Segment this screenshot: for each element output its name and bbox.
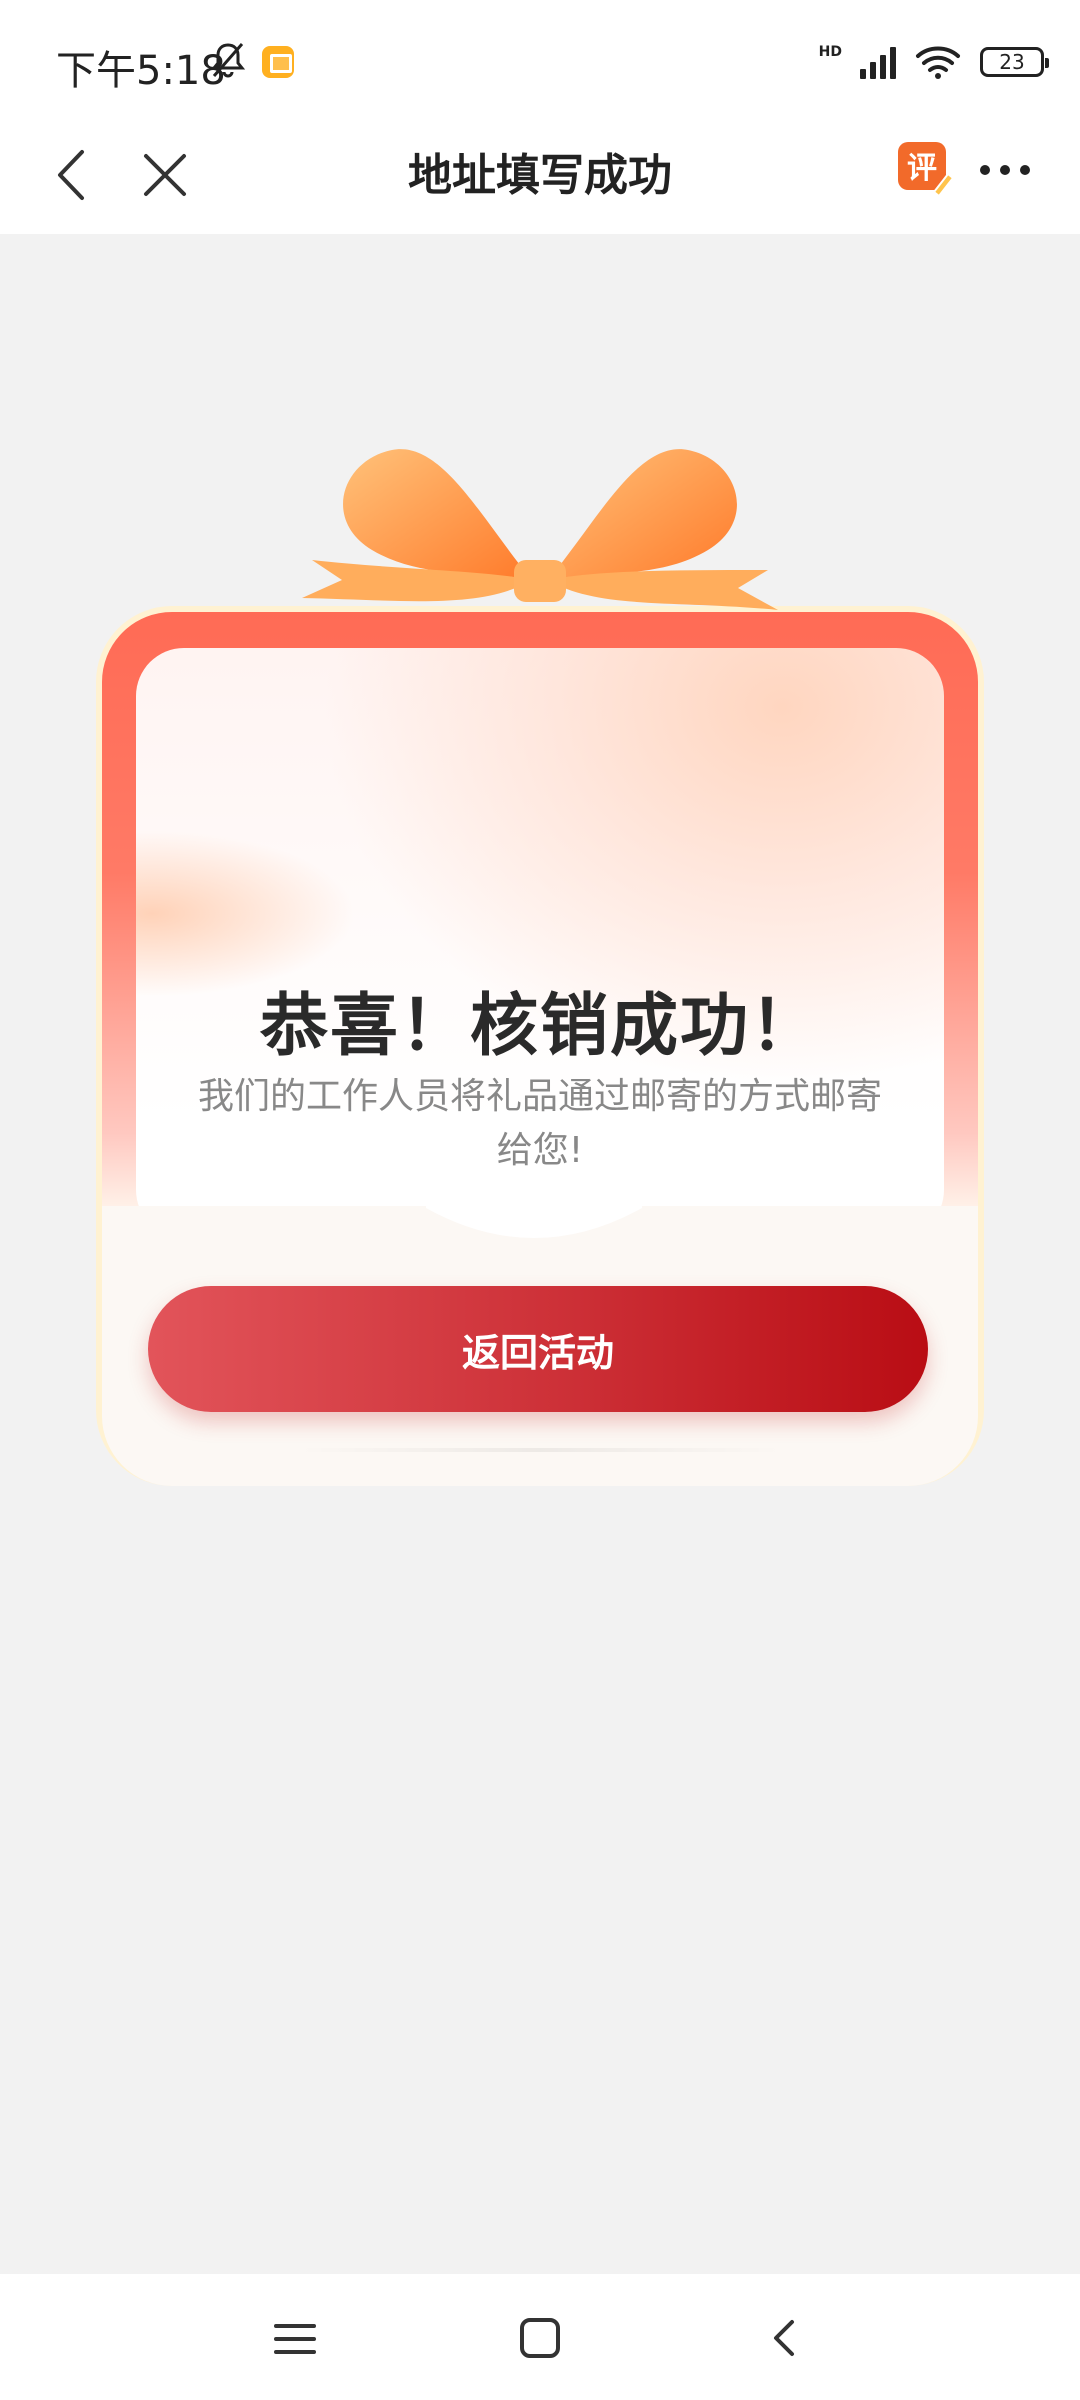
success-title: 恭喜！核销成功！ bbox=[259, 987, 820, 1066]
wifi-icon bbox=[916, 46, 960, 79]
system-back-icon[interactable] bbox=[760, 2312, 810, 2364]
system-nav-bar bbox=[0, 2274, 1080, 2400]
success-description: 我们的工作人员将礼品通过邮寄的方式邮寄给您! bbox=[197, 1076, 882, 1171]
gift-card: 恭喜！核销成功！ 我们的工作人员将礼品通过邮寄的方式邮寄给您! 返回活动 bbox=[96, 420, 984, 1500]
muted-bell-icon bbox=[210, 43, 246, 78]
network-type: HD bbox=[818, 44, 842, 60]
battery-icon: 23 bbox=[980, 47, 1049, 77]
ribbon-bow-icon bbox=[302, 449, 778, 610]
signal-icon bbox=[860, 45, 896, 79]
menu-icon[interactable] bbox=[270, 2314, 320, 2364]
return-activity-button[interactable]: 返回活动 bbox=[148, 1286, 928, 1412]
home-icon[interactable] bbox=[514, 2312, 566, 2364]
status-indicators: HD 23 bbox=[818, 40, 1049, 84]
notification-app-icon bbox=[262, 46, 294, 78]
status-time: 下午5:18 bbox=[56, 48, 226, 94]
review-icon-label: 评 bbox=[907, 151, 937, 186]
review-button[interactable]: 评 bbox=[896, 138, 955, 198]
more-options-icon[interactable] bbox=[980, 158, 1040, 182]
nav-bar: 地址填写成功 评 bbox=[0, 120, 1080, 234]
card-notch bbox=[426, 1198, 642, 1238]
status-bar: 下午5:18 HD 23 bbox=[0, 0, 1080, 120]
card-divider bbox=[296, 1448, 784, 1452]
review-icon: 评 bbox=[898, 142, 955, 198]
